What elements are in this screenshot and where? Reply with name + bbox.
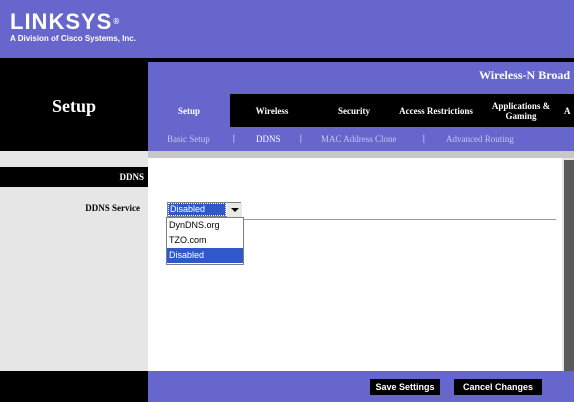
tab-truncated[interactable]: A [564, 94, 574, 127]
option-dyndns[interactable]: DynDNS.org [167, 218, 243, 233]
subnav-advanced-routing[interactable]: Advanced Routing [446, 134, 514, 144]
tab-security[interactable]: Security [316, 94, 392, 127]
tab-setup[interactable]: Setup [148, 94, 230, 127]
registered-mark: ® [113, 17, 121, 26]
subnav-separator: | [423, 133, 425, 143]
ddns-service-value[interactable]: Disabled [168, 203, 226, 216]
footer-left [0, 371, 148, 402]
subnav-separator: | [300, 133, 302, 143]
option-disabled[interactable]: Disabled [167, 248, 243, 263]
save-settings-button[interactable]: Save Settings [370, 379, 440, 395]
option-tzo[interactable]: TZO.com [167, 233, 243, 248]
tab-access-restrictions[interactable]: Access Restrictions [392, 94, 480, 127]
brand-tagline: A Division of Cisco Systems, Inc. [10, 34, 136, 43]
cancel-changes-button[interactable]: Cancel Changes [454, 379, 542, 395]
divider-line [243, 219, 556, 220]
tab-wireless[interactable]: Wireless [232, 94, 312, 127]
product-name: Wireless-N Broad [478, 68, 570, 82]
subnav-mac-address-clone[interactable]: MAC Address Clone [321, 134, 397, 144]
subnav-separator: | [233, 133, 235, 143]
page-title: Setup [51, 96, 96, 116]
subnav-basic-setup[interactable]: Basic Setup [167, 134, 210, 144]
help-panel [564, 160, 574, 371]
ddns-service-label: DDNS Service [85, 203, 140, 213]
dropdown-arrow-icon[interactable] [227, 203, 242, 217]
linksys-logo: LINKSYS® [10, 10, 120, 34]
brand-name: LINKSYS [10, 9, 113, 34]
ddns-section-label: DDNS [119, 172, 144, 182]
tab-applications-gaming[interactable]: Applications & Gaming [482, 94, 560, 127]
content-shadow [148, 151, 574, 158]
subnav-ddns[interactable]: DDNS [256, 134, 281, 144]
